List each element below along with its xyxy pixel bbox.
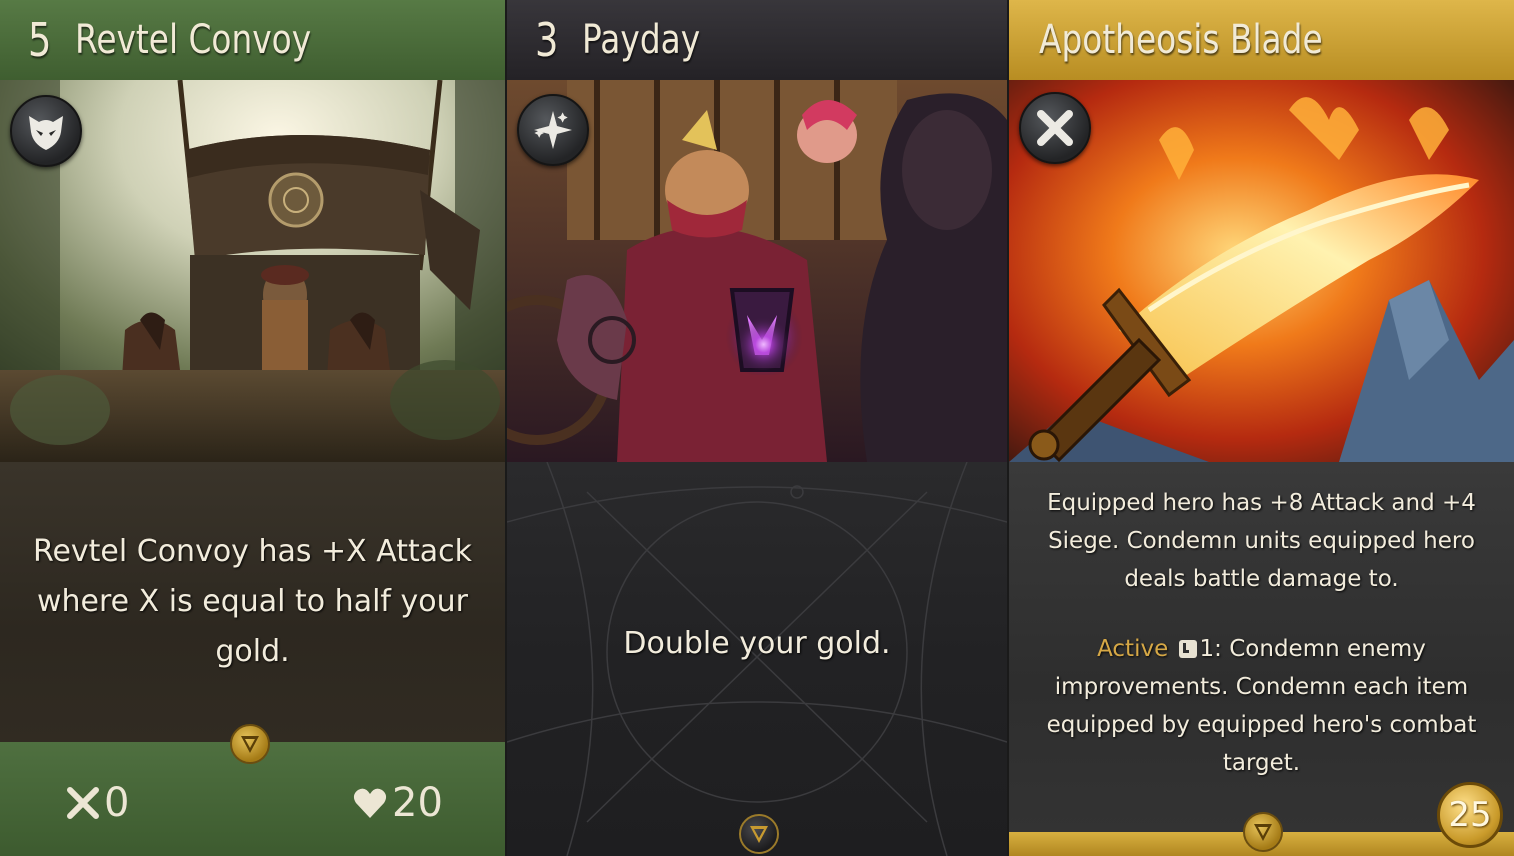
card-apotheosis-blade[interactable]: Apotheosis Blade Equipped hero has +8 At… (1009, 0, 1514, 856)
active-label: Active (1097, 636, 1169, 662)
card-rules-text: Revtel Convoy has +X Attack where X is e… (32, 534, 473, 669)
card-rules-text: Double your gold. (623, 626, 891, 661)
card-name: Payday (582, 17, 701, 63)
card-rules-text: Equipped hero has +8 Attack and +4 Siege… (1047, 490, 1476, 592)
cooldown-icon (1178, 640, 1197, 658)
card-active-ability: Active 1: Condemn enemy improvements. Co… (1027, 630, 1497, 782)
card-name: Revtel Convoy (75, 17, 312, 63)
card-payday[interactable]: 3 Payday Double your gold. (507, 0, 1007, 856)
gold-cost-value: 25 (1448, 795, 1492, 835)
creep-mask-icon (10, 95, 82, 167)
health-value: 20 (392, 780, 443, 826)
active-cooldown: 1: (1199, 636, 1222, 662)
card-revtel-convoy[interactable]: 5 Revtel Convoy Revtel Convoy has +X Att… (0, 0, 505, 856)
card-name: Apotheosis Blade (1039, 17, 1323, 63)
card-text-box: Double your gold. (507, 462, 1007, 856)
health-stat: 20 (352, 780, 443, 826)
card-title-bar: Apotheosis Blade (1009, 0, 1514, 80)
health-heart-icon (353, 788, 387, 818)
card-art (1009, 80, 1514, 462)
card-art (507, 80, 1007, 462)
card-text-box: Equipped hero has +8 Attack and +4 Siege… (1009, 462, 1514, 832)
weapon-crossed-swords-icon (1019, 92, 1091, 164)
attack-icon (67, 787, 99, 819)
card-title-bar: 3 Payday (507, 0, 1007, 80)
gold-cost-coin: 25 (1437, 782, 1503, 848)
card-text-box: Revtel Convoy has +X Attack where X is e… (0, 462, 505, 742)
set-emblem-icon (1243, 812, 1283, 852)
mana-cost: 5 (28, 13, 52, 67)
mana-cost: 3 (535, 13, 559, 67)
set-emblem-icon (230, 724, 270, 764)
set-emblem-icon (739, 814, 779, 854)
attack-stat: 0 (66, 780, 129, 826)
attack-value: 0 (104, 780, 130, 826)
spell-sparkle-icon (517, 94, 589, 166)
card-title-bar: 5 Revtel Convoy (0, 0, 505, 80)
card-art (0, 80, 505, 462)
